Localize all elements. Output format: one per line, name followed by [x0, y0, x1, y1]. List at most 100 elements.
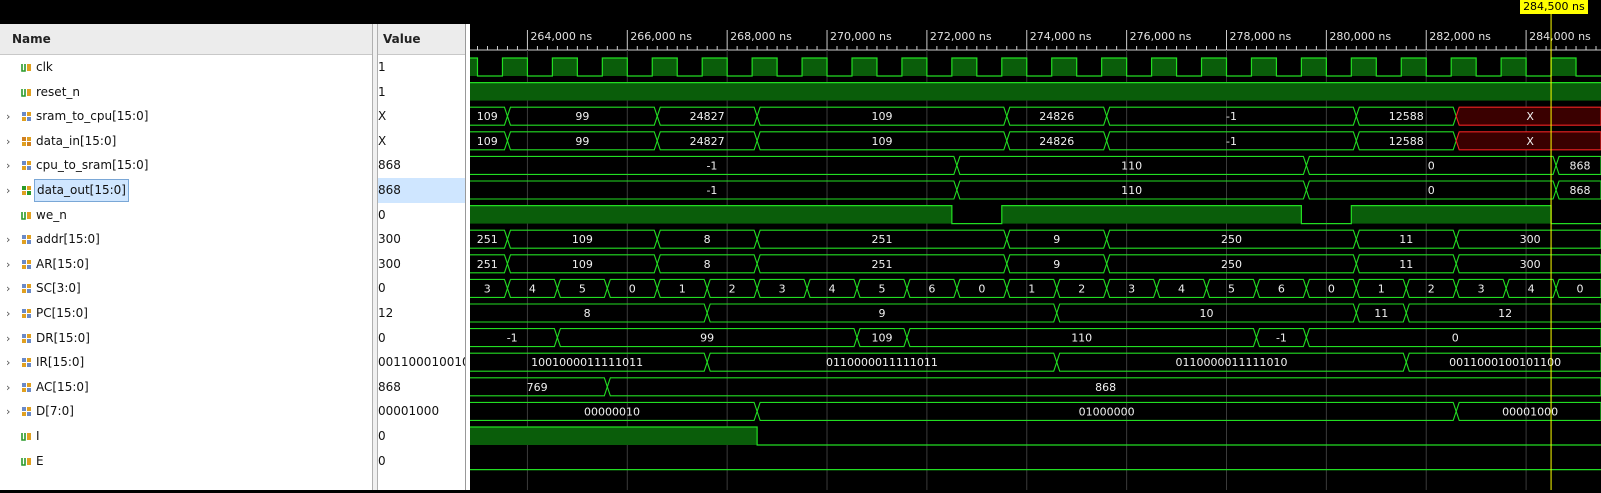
- signal-name[interactable]: D[7:0]: [36, 399, 74, 424]
- signal-row[interactable]: › cpu_to_sram[15:0] 868: [0, 153, 465, 178]
- signal-name-cell[interactable]: › IR[15:0]: [0, 350, 372, 375]
- signal-value[interactable]: 1: [378, 80, 465, 105]
- signal-name[interactable]: AC[15:0]: [36, 375, 89, 400]
- bus-value-label: 0: [978, 282, 985, 295]
- expand-chevron-icon[interactable]: ›: [6, 375, 16, 400]
- signal-name-cell[interactable]: › addr[15:0]: [0, 227, 372, 252]
- time-tick-label: 282,000 ns: [1429, 30, 1491, 43]
- signal-value[interactable]: 0: [378, 276, 465, 301]
- signal-value[interactable]: 300: [378, 252, 465, 277]
- signal-name-cell[interactable]: › SC[3:0]: [0, 276, 372, 301]
- signal-row[interactable]: clk 1: [0, 55, 465, 80]
- cursor-time-label[interactable]: 284,500 ns: [1520, 0, 1588, 14]
- bus-value-label: 3: [1478, 282, 1485, 295]
- signal-name[interactable]: IR[15:0]: [36, 350, 84, 375]
- expand-chevron-icon[interactable]: ›: [6, 153, 16, 178]
- signal-row[interactable]: I0: [0, 424, 465, 449]
- expand-chevron-icon[interactable]: ›: [6, 129, 16, 154]
- signal-value[interactable]: 1: [378, 55, 465, 80]
- name-column-header[interactable]: Name: [12, 24, 51, 54]
- signal-value[interactable]: 12: [378, 301, 465, 326]
- expand-chevron-icon[interactable]: ›: [6, 350, 16, 375]
- bus-signal-icon: [22, 407, 31, 417]
- signal-value[interactable]: 0: [378, 203, 465, 228]
- signal-name[interactable]: AR[15:0]: [36, 252, 89, 277]
- bus-value-label: 250: [1221, 258, 1242, 271]
- expand-chevron-icon[interactable]: ›: [6, 252, 16, 277]
- bus-value-label: X: [1526, 135, 1534, 148]
- signal-name-cell[interactable]: › D[7:0]: [0, 399, 372, 424]
- expand-chevron-icon[interactable]: ›: [6, 178, 16, 203]
- signal-row[interactable]: › AC[15:0] 868: [0, 375, 465, 400]
- signal-row[interactable]: reset_n 1: [0, 80, 465, 105]
- waveform-canvas[interactable]: 264,000 ns 266,000 ns 268,000 ns 270,000 ns…: [451, 0, 1601, 490]
- signal-row[interactable]: › sram_to_cpu[15:0] X: [0, 104, 465, 129]
- signal-name[interactable]: sram_to_cpu[15:0]: [36, 104, 148, 129]
- signal-row[interactable]: › IR[15:0] 0011000100101100: [0, 350, 465, 375]
- signal-name-cell[interactable]: › data_out[15:0]: [0, 178, 372, 203]
- signal-name[interactable]: SC[3:0]: [36, 276, 81, 301]
- bus-signal-icon: [22, 382, 31, 392]
- signal-name[interactable]: E: [36, 449, 44, 474]
- expand-chevron-icon[interactable]: ›: [6, 326, 16, 351]
- bus-value-label: 109: [477, 135, 498, 148]
- bus-value-label: 00001000: [1502, 405, 1558, 418]
- waveform-pane[interactable]: 264,000 ns 266,000 ns 268,000 ns 270,000 ns…: [451, 0, 1601, 490]
- signal-name-cell[interactable]: › cpu_to_sram[15:0]: [0, 153, 372, 178]
- signal-name[interactable]: we_n: [36, 203, 67, 228]
- signal-name[interactable]: I: [36, 424, 40, 449]
- signal-name-cell[interactable]: › AC[15:0]: [0, 375, 372, 400]
- signal-name-cell[interactable]: › data_in[15:0]: [0, 129, 372, 154]
- expand-chevron-icon[interactable]: ›: [6, 227, 16, 252]
- signal-value[interactable]: 868: [378, 153, 465, 178]
- signal-name[interactable]: reset_n: [36, 80, 80, 105]
- signal-name[interactable]: addr[15:0]: [36, 227, 100, 252]
- signal-row[interactable]: E0: [0, 449, 465, 474]
- signal-name-cell[interactable]: › PC[15:0]: [0, 301, 372, 326]
- signal-row[interactable]: we_n 0: [0, 203, 465, 228]
- expand-chevron-icon[interactable]: ›: [6, 301, 16, 326]
- panel-top-strip: [0, 0, 465, 24]
- bus-signal-icon: [22, 358, 31, 368]
- expand-chevron-icon[interactable]: ›: [6, 104, 16, 129]
- signal-name[interactable]: PC[15:0]: [36, 301, 88, 326]
- expand-chevron-icon[interactable]: ›: [6, 399, 16, 424]
- signal-row[interactable]: › PC[15:0] 12: [0, 301, 465, 326]
- signal-row[interactable]: › AR[15:0] 300: [0, 252, 465, 277]
- bus-input-icon: [22, 136, 31, 146]
- signal-name[interactable]: data_out[15:0]: [34, 179, 129, 202]
- signal-name[interactable]: DR[15:0]: [36, 326, 90, 351]
- signal-value[interactable]: 0: [378, 449, 465, 474]
- signal-name[interactable]: cpu_to_sram[15:0]: [36, 153, 148, 178]
- signal-value[interactable]: 300: [378, 227, 465, 252]
- signal-value[interactable]: 868: [378, 178, 465, 203]
- signal-name-cell[interactable]: I: [0, 424, 372, 449]
- signal-value[interactable]: 00001000: [378, 399, 465, 424]
- signal-name-cell[interactable]: reset_n: [0, 80, 372, 105]
- signal-name-cell[interactable]: clk: [0, 55, 372, 80]
- time-tick-label: 276,000 ns: [1130, 30, 1192, 43]
- signal-name-cell[interactable]: we_n: [0, 203, 372, 228]
- signal-value[interactable]: X: [378, 129, 465, 154]
- signal-value[interactable]: 0: [378, 424, 465, 449]
- signal-row[interactable]: › DR[15:0] 0: [0, 326, 465, 351]
- bus-value-label: 5: [579, 282, 586, 295]
- signal-name-cell[interactable]: E: [0, 449, 372, 474]
- value-column-header[interactable]: Value: [383, 24, 421, 54]
- signal-name-cell[interactable]: › sram_to_cpu[15:0]: [0, 104, 372, 129]
- expand-chevron-icon[interactable]: ›: [6, 276, 16, 301]
- signal-value[interactable]: 0: [378, 326, 465, 351]
- signal-row[interactable]: › addr[15:0] 300: [0, 227, 465, 252]
- signal-name-cell[interactable]: › AR[15:0]: [0, 252, 372, 277]
- signal-name[interactable]: data_in[15:0]: [36, 129, 116, 154]
- signal-value[interactable]: X: [378, 104, 465, 129]
- signal-row[interactable]: › data_in[15:0] X: [0, 129, 465, 154]
- signal-row[interactable]: › data_out[15:0] 868: [0, 178, 465, 203]
- signal-name[interactable]: clk: [36, 55, 53, 80]
- signal-value[interactable]: 0011000100101100: [378, 350, 465, 375]
- signal-row[interactable]: › D[7:0] 00001000: [0, 399, 465, 424]
- signal-row[interactable]: › SC[3:0] 0: [0, 276, 465, 301]
- clock-high-fill: [1151, 58, 1177, 76]
- signal-value[interactable]: 868: [378, 375, 465, 400]
- signal-name-cell[interactable]: › DR[15:0]: [0, 326, 372, 351]
